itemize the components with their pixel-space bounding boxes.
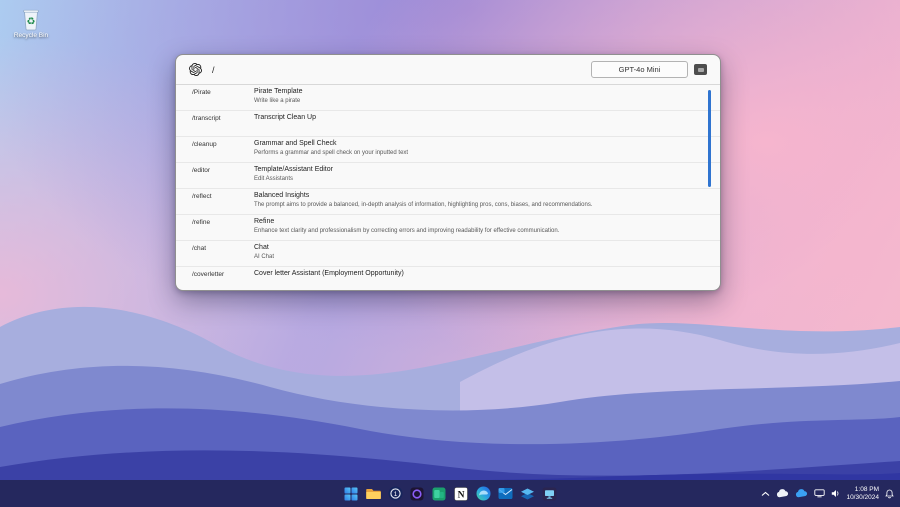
command-title: Chat: [254, 244, 269, 251]
mail-layers-icon: [520, 488, 534, 499]
cloud-blue-button[interactable]: [795, 489, 808, 498]
notifications-button[interactable]: [885, 489, 894, 499]
command-title: Cover letter Assistant (Employment Oppor…: [254, 270, 404, 277]
command-text: /editor: [192, 167, 211, 174]
speaker-icon: [832, 490, 839, 497]
command-description: Edit Assistants: [254, 175, 294, 182]
command-content: Template/Assistant Editor Edit Assistant…: [254, 166, 696, 188]
command-description: The prompt aims to provide a balanced, i…: [254, 201, 593, 208]
monitor-app-button[interactable]: [541, 486, 557, 502]
command-title: Transcript Clean Up: [254, 114, 316, 121]
command-title: Refine: [254, 218, 275, 225]
command-text: /coverletter: [192, 271, 225, 278]
command-text: /chat: [192, 245, 207, 252]
command-text: /reflect: [192, 193, 212, 200]
outlook-button[interactable]: [497, 486, 513, 502]
command-row[interactable]: /refine Refine Enhance text clarity and …: [176, 215, 720, 241]
command-row[interactable]: /Pirate Pirate Template Write like a pir…: [176, 85, 720, 111]
command-content: Transcript Clean Up: [254, 114, 696, 136]
volume-button[interactable]: [831, 489, 840, 498]
green-app-icon: [432, 487, 446, 500]
command-title: Balanced Insights: [254, 192, 310, 199]
windows-start-icon: [344, 487, 358, 500]
monitor-app-icon: [542, 487, 556, 500]
edge-icon: [476, 486, 490, 501]
mail-layers-button[interactable]: [519, 486, 535, 502]
file-explorer-icon: [365, 489, 381, 499]
command-content: Chat AI Chat: [254, 244, 696, 266]
cloud-white-icon: [777, 489, 789, 498]
notification-bell-icon: [885, 489, 894, 498]
command-text: /Pirate: [192, 89, 211, 96]
network-button[interactable]: [814, 489, 826, 498]
command-description: Performs a grammar and spell check on yo…: [254, 149, 409, 156]
command-content: Grammar and Spell Check Performs a gramm…: [254, 140, 696, 162]
onepassword-icon: 1: [388, 486, 402, 501]
cloud-white-button[interactable]: [776, 489, 789, 498]
network-icon: [814, 489, 826, 498]
taskbar: 1 N 1:08 PM 10/30/2024: [0, 480, 900, 507]
command-list: /Pirate Pirate Template Write like a pir…: [176, 85, 720, 290]
command-row[interactable]: /transcript Transcript Clean Up: [176, 111, 720, 137]
command-content: Refine Enhance text clarity and professi…: [254, 218, 696, 240]
model-selector[interactable]: GPT-4o Mini: [591, 61, 688, 78]
command-row[interactable]: /cleanup Grammar and Spell Check Perform…: [176, 137, 720, 163]
openai-logo-icon: [189, 63, 202, 76]
cloud-blue-icon: [796, 489, 808, 498]
recycle-bin-icon: ♻: [23, 9, 39, 31]
command-row[interactable]: /coverletter Cover letter Assistant (Emp…: [176, 267, 720, 290]
date-label: 10/30/2024: [846, 493, 879, 501]
command-title: Template/Assistant Editor: [254, 166, 333, 173]
time-label: 1:08 PM: [854, 486, 879, 493]
chevron-up-icon: [762, 491, 770, 496]
command-row[interactable]: /reflect Balanced Insights The prompt ai…: [176, 189, 720, 215]
enter-key-badge[interactable]: [694, 64, 707, 75]
window-header: / GPT-4o Mini: [176, 55, 720, 85]
command-palette-window: / GPT-4o Mini /Pirate Pirate Template Wr…: [175, 54, 721, 291]
command-description: Enhance text clarity and professionalism…: [254, 227, 560, 234]
command-content: Cover letter Assistant (Employment Oppor…: [254, 270, 696, 290]
enter-key-icon: [697, 67, 704, 72]
prompt-input[interactable]: /: [212, 65, 215, 75]
outlook-icon: [498, 488, 512, 499]
purple-ring-app-icon: [410, 487, 424, 500]
scrollbar-thumb[interactable]: [708, 90, 711, 187]
green-app-button[interactable]: [431, 486, 447, 502]
command-row[interactable]: /chat Chat AI Chat: [176, 241, 720, 267]
notion-button[interactable]: N: [453, 486, 469, 502]
edge-button[interactable]: [475, 486, 491, 502]
taskbar-clock[interactable]: 1:08 PM 10/30/2024: [846, 486, 879, 501]
command-title: Grammar and Spell Check: [254, 140, 337, 147]
command-title: Pirate Template: [254, 88, 303, 95]
command-content: Pirate Template Write like a pirate: [254, 88, 696, 110]
purple-ring-app-button[interactable]: [409, 486, 425, 502]
svg-text:1: 1: [393, 491, 397, 498]
taskbar-center-icons: 1 N: [343, 480, 557, 507]
svg-text:N: N: [458, 490, 465, 500]
command-row[interactable]: /editor Template/Assistant Editor Edit A…: [176, 163, 720, 189]
start-button[interactable]: [343, 486, 359, 502]
recycle-bin[interactable]: ♻ Recycle Bin: [8, 8, 54, 39]
hidden-icons-button[interactable]: [761, 491, 770, 497]
svg-text:♻: ♻: [27, 17, 36, 28]
notion-icon: N: [454, 486, 468, 501]
command-text: /transcript: [192, 115, 221, 122]
onepassword-button[interactable]: 1: [387, 486, 403, 502]
command-description: AI Chat: [254, 253, 275, 260]
command-content: Balanced Insights The prompt aims to pro…: [254, 192, 696, 214]
taskbar-system-tray: 1:08 PM 10/30/2024: [761, 480, 894, 507]
command-text: /refine: [192, 219, 211, 226]
file-explorer-button[interactable]: [365, 486, 381, 502]
command-text: /cleanup: [192, 141, 217, 148]
command-description: Write like a pirate: [254, 97, 301, 104]
recycle-bin-label: Recycle Bin: [13, 32, 49, 39]
